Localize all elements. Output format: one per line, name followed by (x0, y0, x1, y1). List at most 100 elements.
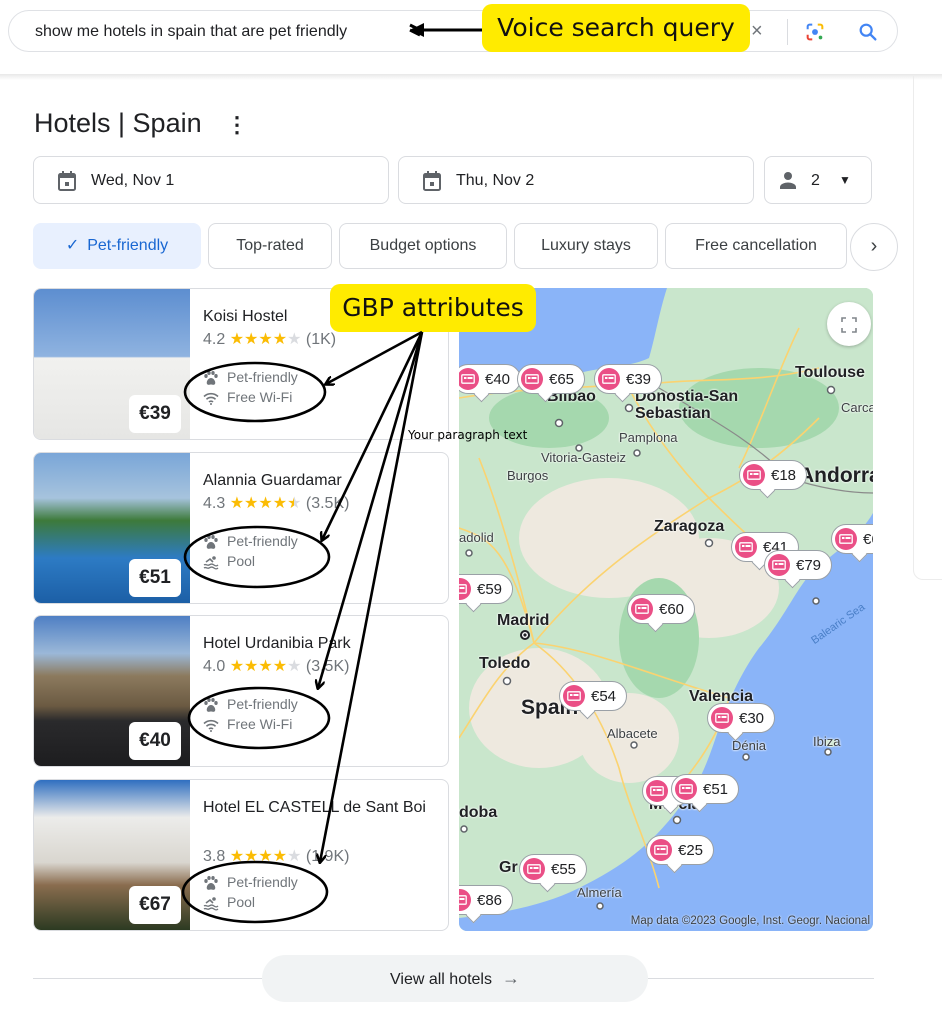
filter-chip-budget-options[interactable]: Budget options (339, 223, 507, 269)
hotel-bed-icon (459, 578, 471, 600)
chips-next-button[interactable]: › (850, 223, 898, 271)
review-count: (3.5K) (305, 658, 350, 675)
header-shadow (0, 74, 942, 80)
map-price-pin[interactable]: €25 (646, 835, 715, 865)
check-in-field[interactable]: Wed, Nov 1 (33, 156, 389, 204)
map-price-pin[interactable]: €51 (671, 774, 740, 804)
hotel-rating: 4.0 ★★★★★ (3.5K) (203, 656, 349, 676)
hotel-bed-icon (711, 707, 733, 729)
filter-chip-luxury-stays[interactable]: Luxury stays (514, 223, 658, 269)
bed-icon (525, 374, 539, 384)
google-lens-icon[interactable] (804, 21, 826, 43)
map-attribution: Map data ©2023 Google, Inst. Geogr. Naci… (630, 915, 870, 927)
hotels-map[interactable]: Bilbao Donostia-San Sebastian Toulouse C… (459, 288, 873, 931)
pin-price: €79 (796, 556, 822, 574)
map-label-granada: Gr (499, 859, 518, 876)
hotel-price: €67 (129, 886, 181, 924)
pin-price: €18 (771, 466, 797, 484)
map-label-carca: Carca (841, 400, 873, 415)
map-price-pin[interactable]: €86 (459, 885, 514, 915)
map-price-pin[interactable]: €55 (519, 854, 588, 884)
paw-icon (204, 697, 218, 712)
arrow-right-icon: → (501, 968, 520, 988)
search-input[interactable]: show me hotels in spain that are pet fri… (35, 23, 347, 41)
half-star-icon: ★ (287, 495, 302, 512)
calendar-icon (423, 171, 441, 191)
dropdown-caret-icon: ▼ (839, 173, 851, 187)
guests-selector[interactable]: 2 ▼ (764, 156, 872, 204)
amenity: Pool (203, 553, 255, 570)
rating-value: 4.0 (203, 658, 226, 675)
filter-chip-pet-friendly[interactable]: ✓ Pet-friendly (33, 223, 201, 269)
map-price-pin[interactable]: €30 (707, 703, 776, 733)
map-price-pin[interactable]: €60 (627, 594, 696, 624)
paw-icon (204, 370, 218, 385)
hotel-bed-icon (650, 839, 672, 861)
rating-value: 4.2 (203, 331, 226, 348)
map-label-madrid: Madrid (497, 612, 550, 629)
hotel-price: €40 (129, 722, 181, 760)
pin-price: €6 (863, 530, 873, 548)
pin-price: €40 (485, 370, 511, 388)
bed-icon (461, 374, 475, 384)
hotel-bed-icon (675, 778, 697, 800)
amenity-label: Free Wi-Fi (227, 389, 293, 405)
view-all-hotels-button[interactable]: View all hotels → (262, 955, 648, 1002)
more-options-icon[interactable]: ⋮ (226, 112, 248, 138)
pin-price: €65 (549, 370, 575, 388)
amenity-label: Free Wi-Fi (227, 716, 293, 732)
map-label-andorra: Andorra (799, 464, 873, 487)
hotel-name[interactable]: Hotel Urdanibia Park (203, 632, 433, 656)
filter-chip-free-cancellation[interactable]: Free cancellation (665, 223, 847, 269)
check-icon: ✓ (65, 237, 80, 254)
search-divider (787, 19, 788, 45)
bed-icon (747, 470, 761, 480)
bed-icon (772, 560, 786, 570)
map-price-pin[interactable]: €59 (459, 574, 514, 604)
voice-search-callout: Voice search query (482, 4, 750, 52)
page-title: Hotels | Spain (34, 108, 202, 138)
hotel-card[interactable]: €67 Hotel EL CASTELL de Sant Boi 3.8 ★★★★★… (33, 779, 449, 931)
pool-icon (203, 896, 219, 911)
hotel-card[interactable]: €40 Hotel Urdanibia Park 4.0 ★★★★★ (3.5K) P… (33, 615, 449, 767)
amenity-label: Pool (227, 894, 256, 910)
map-price-pin[interactable]: €40 (459, 364, 522, 394)
amenity: Pet-friendly (203, 696, 298, 713)
hotel-name[interactable]: Alannia Guardamar (203, 469, 433, 493)
star-icon: ★ (258, 331, 273, 348)
bed-icon (635, 604, 649, 614)
hotel-rating: 3.8 ★★★★★ (1.9K) (203, 846, 349, 866)
bed-icon (715, 713, 729, 723)
map-price-pin[interactable]: €18 (739, 460, 808, 490)
map-price-pin[interactable]: €54 (559, 681, 628, 711)
pin-price: €55 (551, 860, 577, 878)
filter-chip-top-rated[interactable]: Top-rated (208, 223, 332, 269)
hotel-rating: 4.2 ★★★★★ (1K) (203, 329, 336, 349)
close-icon[interactable]: × (751, 20, 763, 43)
footer-divider-left (33, 978, 262, 979)
amenity-label: Pool (227, 553, 256, 569)
hotel-name[interactable]: Hotel EL CASTELL de Sant Boi (203, 796, 433, 820)
map-label-almeria: Almería (577, 885, 622, 900)
map-price-pin[interactable]: €39 (594, 364, 663, 394)
bed-icon (567, 691, 581, 701)
expand-map-button[interactable] (827, 302, 871, 346)
hotel-card[interactable]: €51 Alannia Guardamar 4.3 ★★★★★ (3.5K) Pet-… (33, 452, 449, 604)
map-price-pin[interactable]: €65 (517, 364, 586, 394)
hotel-bed-icon (735, 536, 757, 558)
pin-price: €51 (703, 780, 729, 798)
map-price-pin[interactable]: €6 (831, 524, 873, 554)
map-label-cordoba: doba (459, 804, 498, 821)
amenity: Pet-friendly (203, 533, 298, 550)
pin-price: €30 (739, 709, 765, 727)
map-price-pin[interactable]: €79 (764, 550, 833, 580)
pin-price: €59 (477, 580, 503, 598)
search-icon[interactable] (857, 21, 879, 43)
check-out-field[interactable]: Thu, Nov 2 (398, 156, 754, 204)
bed-icon (679, 784, 693, 794)
map-label-san-sebastian: Donostia-San Sebastian (635, 388, 739, 422)
bed-icon (739, 542, 753, 552)
star-icon: ★ (287, 331, 302, 348)
person-icon (780, 172, 796, 189)
search-bar[interactable]: show me hotels in spain that are pet fri… (8, 10, 898, 52)
